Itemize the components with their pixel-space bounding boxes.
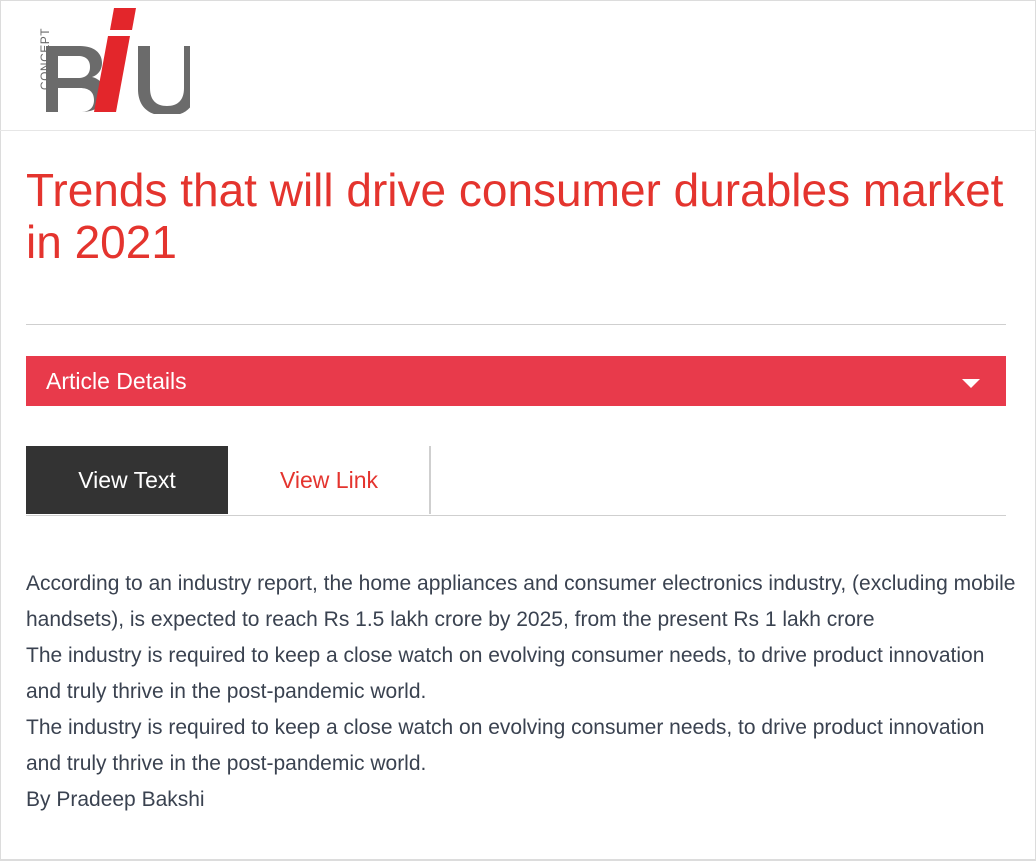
article-body: According to an industry report, the hom… — [26, 566, 1016, 818]
site-logo[interactable]: CONCEPT — [28, 6, 196, 116]
logo-biu-mark — [46, 8, 196, 116]
caret-down-icon — [962, 379, 980, 388]
article-details-toggle[interactable]: Article Details — [26, 356, 1006, 406]
logo-concept-text: CONCEPT — [38, 27, 53, 91]
article-paragraph: According to an industry report, the hom… — [26, 572, 1016, 631]
article-byline: By Pradeep Bakshi — [26, 788, 205, 811]
site-header: CONCEPT — [0, 0, 1036, 131]
article-paragraph: The industry is required to keep a close… — [26, 644, 985, 703]
article-title: Trends that will drive consumer durables… — [26, 164, 1004, 268]
article-details-label: Article Details — [46, 368, 187, 394]
divider — [26, 324, 1006, 325]
view-tabs: View Text View Link — [26, 446, 1006, 516]
article-paragraph: The industry is required to keep a close… — [26, 716, 985, 775]
tab-view-link[interactable]: View Link — [229, 446, 431, 514]
tab-view-text[interactable]: View Text — [26, 446, 228, 514]
